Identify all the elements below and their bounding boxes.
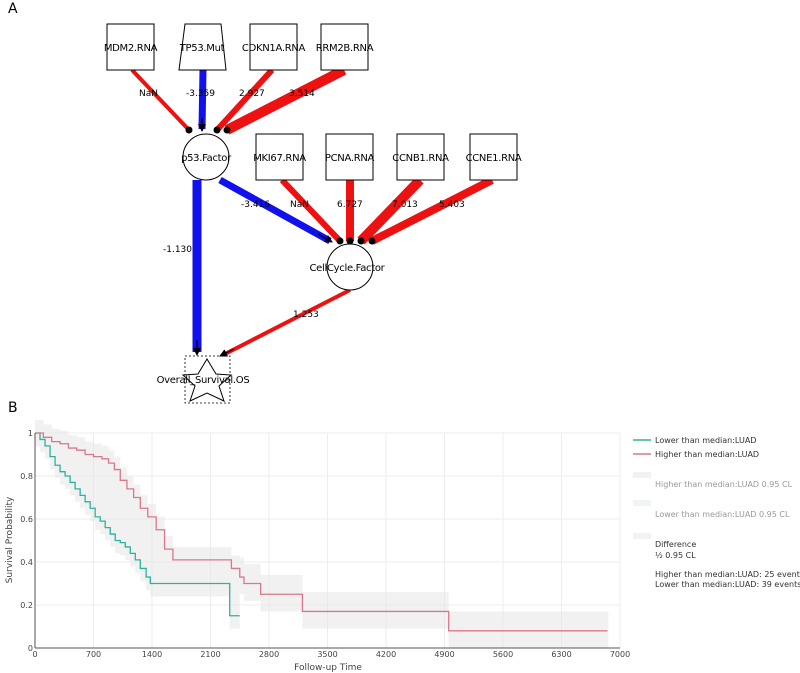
y-tick-label-3: 0.6: [20, 515, 33, 524]
edge-label-tp53: -3.359: [186, 89, 215, 99]
y-tick-label-4: 0.8: [20, 472, 33, 481]
node-ccnb1[interactable]: CCNB1.RNA: [392, 133, 449, 181]
x-tick-label-6: 4200: [376, 650, 396, 659]
node-label-cdkn1a: CDKN1A.RNA: [242, 43, 306, 54]
x-axis-title: Follow-up Time: [294, 663, 362, 673]
edge-label-ccnb1: 7.013: [392, 200, 418, 210]
node-label-cellcycle: CellCycle.Factor: [309, 263, 385, 274]
legend-label-higher-cl: Higher than median:LUAD 0.95 CL: [655, 480, 793, 489]
edge-mdm2-p53: [130, 68, 191, 132]
km-legend: Lower than median:LUAD Higher than media…: [633, 436, 800, 589]
node-os[interactable]: Overall_Survival.OS: [157, 355, 250, 404]
node-ccne1[interactable]: CCNE1.RNA: [466, 133, 522, 181]
panel-b-letter: B: [8, 400, 18, 416]
node-label-mdm2: MDM2.RNA: [104, 43, 158, 54]
edge-cellcycle-os: [224, 288, 351, 356]
edge-labels: NaN -3.359 2.927 3.514 -3.416 NaN 6.727 …: [139, 89, 465, 320]
legend-label-difference-cl: ½ 0.95 CL: [655, 551, 696, 560]
edge-label-mki67: NaN: [290, 200, 309, 210]
node-label-ccne1: CCNE1.RNA: [466, 153, 522, 164]
node-label-mki67: MKI67.RNA: [253, 153, 306, 164]
edge-label-pcna: 6.727: [337, 200, 363, 210]
edge-label-p53-os: -1.130: [163, 245, 192, 255]
km-confidence-bands: [35, 420, 609, 648]
x-tick-label-10: 7000: [610, 650, 630, 659]
x-tick-label-8: 5600: [493, 650, 513, 659]
legend-label-difference: Difference: [655, 540, 696, 549]
x-tick-label-1: 700: [86, 650, 101, 659]
node-label-ccnb1: CCNB1.RNA: [392, 153, 449, 164]
edge-dot-rrm2b: [223, 126, 231, 134]
x-tick-label-3: 2100: [200, 650, 220, 659]
node-rrm2b[interactable]: RRM2B.RNA: [316, 23, 374, 71]
node-label-tp53: TP53.Mut: [179, 43, 225, 54]
legend-label-lower-cl: Lower than median:LUAD 0.95 CL: [655, 510, 790, 519]
edge-label-cdkn1a: 2.927: [239, 89, 265, 99]
difference-band: [35, 420, 240, 629]
y-tick-label-5: 1: [28, 429, 33, 438]
legend-label-lower: Lower than median:LUAD: [655, 436, 756, 445]
node-pcna[interactable]: PCNA.RNA: [325, 133, 375, 181]
y-axis-title: Survival Probability: [5, 496, 15, 583]
edge-label-cellcycle-os: 1.253: [293, 310, 319, 320]
node-p53factor[interactable]: p53.Factor: [181, 133, 232, 181]
edge-dot-ccne1: [368, 237, 376, 245]
node-label-os: Overall_Survival.OS: [157, 375, 250, 386]
y-tick-label-0: 0: [28, 644, 33, 653]
x-tick-label-9: 6300: [551, 650, 571, 659]
x-tick-label-5: 3500: [317, 650, 337, 659]
legend-label-higher: Higher than median:LUAD: [655, 450, 759, 459]
edge-dot-cdkn1a: [213, 126, 221, 134]
y-tick-label-1: 0.2: [20, 601, 33, 610]
node-tp53[interactable]: TP53.Mut: [178, 23, 227, 71]
x-tick-label-7: 4900: [434, 650, 454, 659]
node-cellcycle[interactable]: CellCycle.Factor: [309, 243, 386, 291]
panel-a-letter: A: [8, 1, 18, 17]
edge-dot-ccnb1: [357, 237, 365, 245]
legend-swatch-higher-cl: [633, 472, 651, 478]
node-mdm2[interactable]: MDM2.RNA: [104, 23, 158, 71]
legend-swatch-lower-cl: [633, 500, 651, 506]
edge-label-mdm2: NaN: [139, 89, 158, 99]
edge-label-p53-cellcycle: -3.416: [241, 200, 270, 210]
x-tick-label-0: 0: [32, 650, 37, 659]
legend-swatch-difference: [633, 533, 651, 539]
node-label-pcna: PCNA.RNA: [325, 153, 375, 164]
edge-label-rrm2b: 3.514: [289, 89, 315, 99]
edge-dot-mdm2: [185, 126, 193, 134]
km-x-tick-labels: 0 700 1400 2100 2800 3500 4200 4900 5600 6300 7000: [32, 650, 630, 659]
km-y-tick-labels: 0 0.2 0.4 0.6 0.8 1: [20, 429, 33, 653]
x-tick-label-4: 2800: [259, 650, 279, 659]
legend-events-lower: Lower than median:LUAD: 39 events: [655, 580, 800, 589]
node-label-p53factor: p53.Factor: [181, 153, 232, 164]
edge-label-ccne1: 5.403: [439, 200, 465, 210]
node-label-rrm2b: RRM2B.RNA: [316, 43, 374, 54]
node-cdkn1a[interactable]: CDKN1A.RNA: [242, 23, 306, 71]
edge-dot-mki67: [336, 237, 344, 245]
y-tick-label-2: 0.4: [20, 558, 33, 567]
x-tick-label-2: 1400: [142, 650, 162, 659]
legend-events-higher: Higher than median:LUAD: 25 events: [655, 570, 800, 579]
higher-cl-tail-band: [239, 557, 609, 648]
figure: A NaN -3.359 2.927 3.514 -3.416 NaN 6.72…: [5, 1, 800, 673]
node-mki67[interactable]: MKI67.RNA: [253, 133, 307, 181]
edge-dot-pcna: [346, 237, 354, 245]
